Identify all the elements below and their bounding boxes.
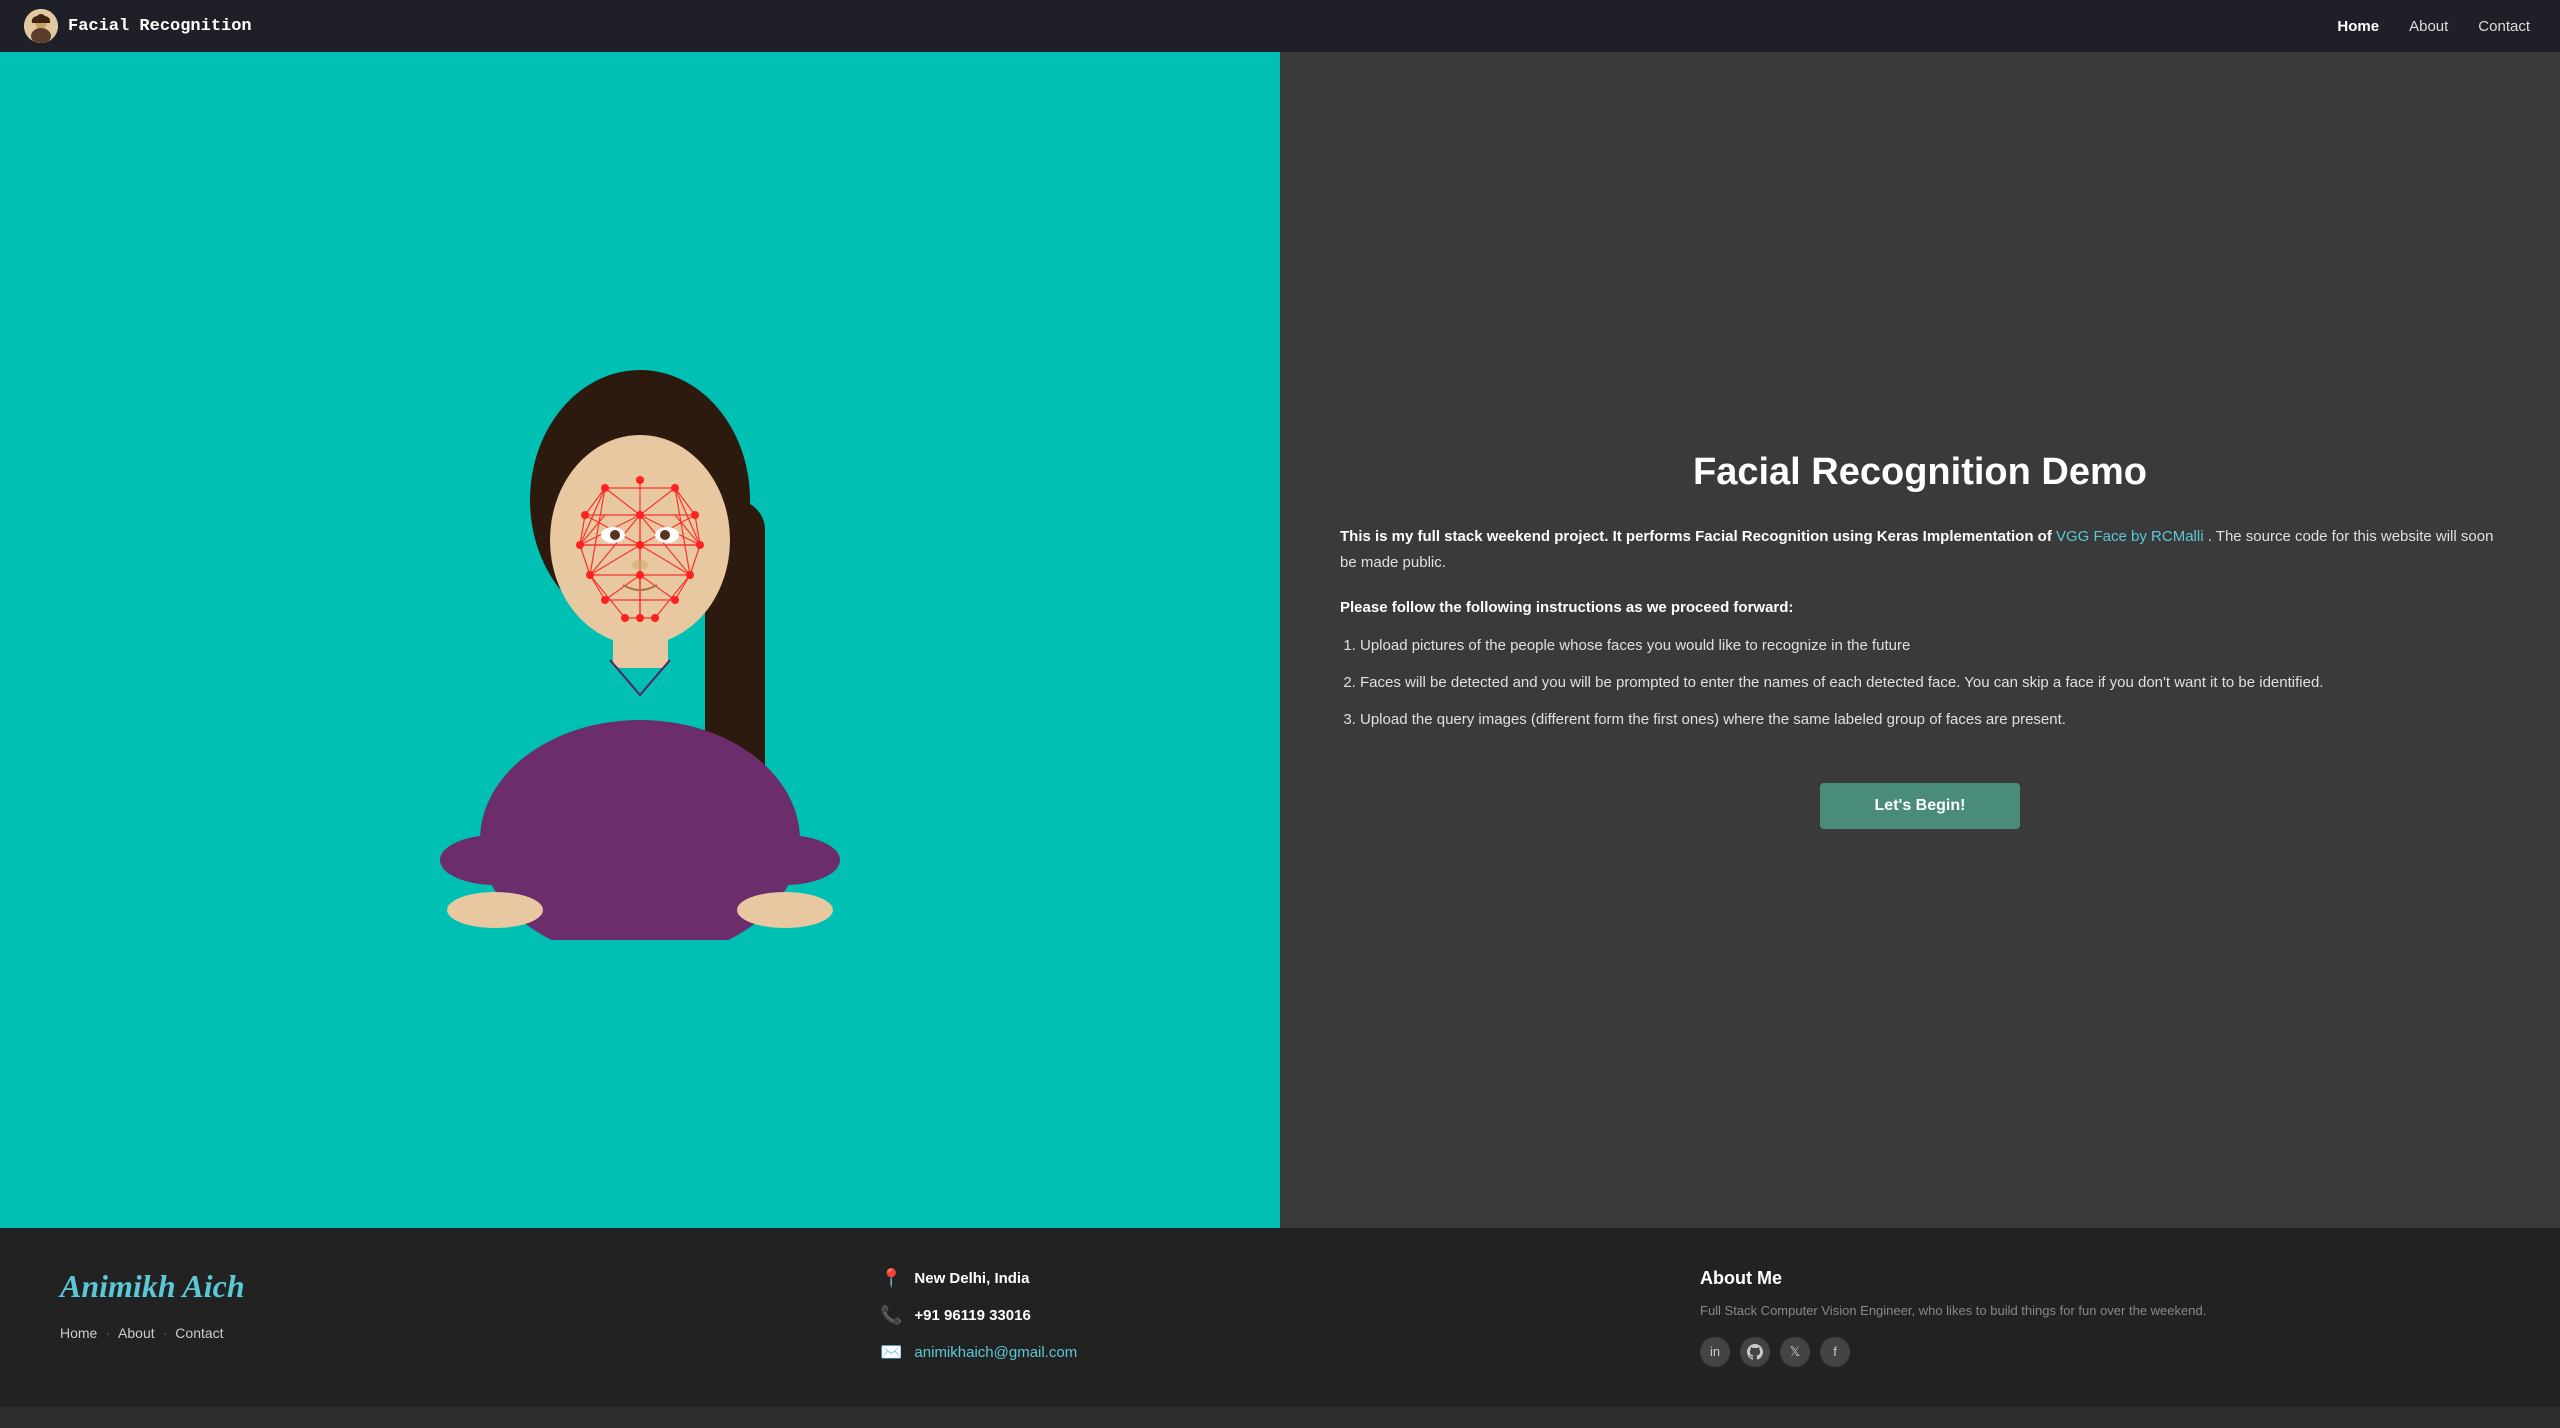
intro-bold: This is my full stack weekend project. I… (1340, 528, 2056, 545)
location-text: New Delhi, India (914, 1270, 1029, 1287)
intro-text: This is my full stack weekend project. I… (1340, 524, 2500, 575)
step-2: Faces will be detected and you will be p… (1360, 669, 2500, 696)
footer-phone: 📞 +91 96119 33016 (880, 1305, 1680, 1326)
dot-1: · (105, 1325, 110, 1341)
about-title: About Me (1700, 1268, 2500, 1289)
email-icon: ✉️ (880, 1342, 902, 1363)
facebook-icon[interactable]: f (1820, 1337, 1850, 1367)
twitter-icon[interactable]: 𝕏 (1780, 1337, 1810, 1367)
footer-contact-col: 📍 New Delhi, India 📞 +91 96119 33016 ✉️ … (880, 1268, 1680, 1367)
footer-link-contact[interactable]: Contact (175, 1325, 223, 1341)
linkedin-icon[interactable]: in (1700, 1337, 1730, 1367)
navbar: Facial Recognition Home About Contact (0, 0, 2560, 52)
vgg-link[interactable]: VGG Face by RCMalli (2056, 528, 2204, 545)
phone-icon: 📞 (880, 1305, 902, 1326)
footer-location: 📍 New Delhi, India (880, 1268, 1680, 1289)
steps-list: Upload pictures of the people whose face… (1360, 632, 2500, 743)
nav-link-contact[interactable]: Contact (2472, 14, 2536, 39)
nav-avatar (24, 9, 58, 43)
phone-text: +91 96119 33016 (914, 1307, 1030, 1324)
dot-2: · (163, 1325, 168, 1341)
footer-brand-col: Animikh Aich Home · About · Contact (60, 1268, 860, 1367)
location-icon: 📍 (880, 1268, 902, 1289)
about-description: Full Stack Computer Vision Engineer, who… (1700, 1301, 2500, 1321)
step-1: Upload pictures of the people whose face… (1360, 632, 2500, 659)
brand-first: Animikh (60, 1268, 176, 1304)
nav-links: Home About Contact (2331, 14, 2536, 39)
social-icons: in 𝕏 f (1700, 1337, 2500, 1367)
footer-brand-name: Animikh Aich (60, 1268, 860, 1305)
nav-link-home[interactable]: Home (2331, 14, 2385, 39)
footer-about-col: About Me Full Stack Computer Vision Engi… (1700, 1268, 2500, 1367)
instructions-title: Please follow the following instructions… (1340, 599, 2500, 616)
nav-brand: Facial Recognition (24, 9, 252, 43)
nav-brand-text: Facial Recognition (68, 17, 252, 36)
footer-nav: Home · About · Contact (60, 1325, 860, 1341)
email-link[interactable]: animikhaich@gmail.com (914, 1344, 1077, 1361)
footer-email: ✉️ animikhaich@gmail.com (880, 1342, 1680, 1363)
brand-second: Aich (182, 1268, 244, 1304)
page-title: Facial Recognition Demo (1340, 451, 2500, 494)
github-icon[interactable] (1740, 1337, 1770, 1367)
footer-link-home[interactable]: Home (60, 1325, 97, 1341)
nav-link-about[interactable]: About (2403, 14, 2454, 39)
begin-button[interactable]: Let's Begin! (1820, 783, 2020, 829)
left-panel (0, 52, 1280, 1228)
footer-link-about[interactable]: About (118, 1325, 155, 1341)
right-panel: Facial Recognition Demo This is my full … (1280, 52, 2560, 1228)
step-3: Upload the query images (different form … (1360, 706, 2500, 733)
woman-illustration (365, 340, 915, 940)
footer: Animikh Aich Home · About · Contact 📍 Ne… (0, 1228, 2560, 1407)
main-section: Facial Recognition Demo This is my full … (0, 0, 2560, 1228)
